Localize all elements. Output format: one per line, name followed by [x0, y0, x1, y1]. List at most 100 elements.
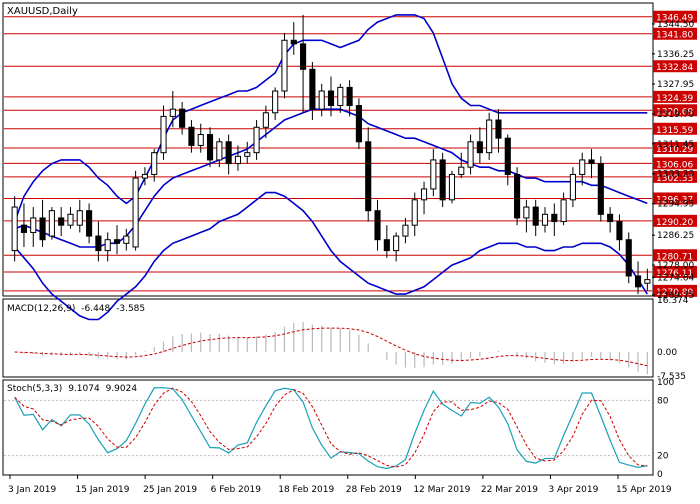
- candle-body: [281, 39, 288, 92]
- candle-body: [560, 199, 567, 223]
- date-tick-label: 25 Jan 2019: [143, 485, 197, 495]
- level-label: 1332.84: [656, 63, 693, 73]
- candle-body: [504, 137, 511, 175]
- date-tick-label: 3 Apr 2019: [548, 485, 598, 495]
- candle-body: [58, 217, 65, 226]
- level-label: 1324.39: [656, 94, 693, 104]
- candle-body: [458, 166, 465, 175]
- date-tick-label: 12 Mar 2019: [413, 485, 470, 495]
- candle-body: [439, 159, 446, 201]
- bollinger-lower-line: [14, 191, 648, 321]
- candle-body: [216, 141, 223, 161]
- candle-body: [420, 188, 428, 201]
- level-label: 1290.20: [656, 218, 693, 228]
- candle-body: [253, 126, 260, 154]
- candle-body: [290, 39, 297, 45]
- bollinger-middle-line: [14, 108, 648, 248]
- candle-body: [188, 126, 195, 146]
- stoch-tick-label: 20: [657, 452, 669, 462]
- candle-body: [132, 177, 139, 248]
- candle-body: [467, 141, 474, 168]
- candle-body: [355, 105, 362, 143]
- macd-label: MACD(12,26,9): [7, 304, 75, 314]
- chart-title: XAUUSD,Daily: [7, 6, 78, 17]
- level-label: 1341.80: [656, 31, 693, 41]
- candle-body: [607, 213, 614, 223]
- candle-body: [523, 206, 530, 219]
- candle-body: [104, 239, 111, 252]
- stoch-tick-label: 100: [657, 378, 674, 388]
- stoch-label: Stoch(5,3,3): [7, 384, 62, 394]
- chart-root: 1346.49 1341.80 1332.84 1324.39 1320.69 1315.…: [0, 0, 700, 500]
- candle-body: [634, 275, 642, 288]
- candle-body: [67, 213, 74, 226]
- stoch-k-line: [14, 387, 648, 470]
- candle-body: [76, 210, 83, 226]
- candle-body: [48, 210, 55, 237]
- candle-body: [448, 173, 456, 201]
- date-tick-label: 6 Feb 2019: [211, 485, 262, 495]
- candle-body: [169, 108, 176, 117]
- candle-body: [234, 155, 242, 165]
- date-tick-label: 15 Jan 2019: [76, 485, 130, 495]
- macd-header: MACD(12,26,9) -6.448 -3.585: [7, 304, 145, 314]
- candle-body: [616, 221, 623, 241]
- candle-body: [300, 43, 307, 70]
- candle-body: [588, 159, 595, 165]
- candle-body: [197, 134, 204, 146]
- price-tick-label: 1278.00: [657, 261, 694, 271]
- candle-body: [393, 235, 400, 252]
- candle-body: [495, 119, 502, 139]
- candle-body: [95, 235, 102, 252]
- candle-body: [160, 115, 167, 154]
- candle-body: [644, 279, 651, 284]
- candle-body: [11, 206, 18, 252]
- candle-body: [39, 217, 46, 241]
- candle-body: [86, 210, 93, 237]
- candle-body: [625, 239, 632, 277]
- candle-body: [262, 112, 269, 128]
- candle-body: [141, 173, 148, 179]
- candle-body: [430, 159, 437, 190]
- stoch-tick-label: 0: [657, 470, 663, 480]
- macd-signal-value: -3.585: [116, 304, 145, 314]
- candle-body: [541, 213, 549, 226]
- stoch-header: Stoch(5,3,3) 9.1074 9.9024: [7, 384, 137, 394]
- candle-body: [374, 210, 381, 241]
- chart-canvas: 1346.491341.801332.841324.391320.691315.…: [2, 2, 697, 495]
- candle-body: [532, 206, 539, 226]
- macd-value: -6.448: [81, 304, 110, 314]
- candle-body: [383, 239, 390, 252]
- price-panel-frame: [2, 2, 654, 297]
- candle-body: [113, 239, 121, 244]
- price-tick-label: 1286.25: [657, 231, 694, 241]
- candle-body: [514, 173, 521, 219]
- date-tick-label: 22 Mar 2019: [481, 485, 538, 495]
- candle-body: [327, 90, 335, 107]
- bollinger-upper-line: [13, 14, 648, 222]
- candle-body: [244, 152, 251, 157]
- candle-body: [225, 141, 232, 165]
- stoch-tick-label: 80: [657, 396, 669, 406]
- candle-body: [476, 141, 483, 154]
- price-tick-label: 1344.50: [657, 20, 694, 30]
- stoch-group: [4, 387, 652, 470]
- candle-body: [346, 86, 353, 107]
- price-tick-label: 1319.70: [657, 110, 694, 120]
- candle-body: [402, 224, 409, 237]
- candle-body: [365, 141, 372, 212]
- price-tick-label: 1294.95: [657, 200, 694, 210]
- macd-group: [14, 322, 648, 375]
- candle-body: [179, 108, 186, 128]
- macd-tick-label: 16.374: [657, 296, 689, 306]
- candle-body: [411, 199, 418, 226]
- date-tick-label: 15 Apr 2019: [616, 485, 672, 495]
- date-tick-label: 3 Jan 2019: [8, 485, 56, 495]
- date-tick-label: 28 Feb 2019: [346, 485, 402, 495]
- stoch-d-value: 9.9024: [106, 384, 138, 394]
- candle-body: [123, 235, 130, 244]
- axis-labels-group: 1346.491341.801332.841324.391320.691315.…: [8, 10, 697, 495]
- candle-body: [318, 90, 325, 110]
- candle-body: [486, 119, 493, 154]
- candle-body: [597, 163, 604, 215]
